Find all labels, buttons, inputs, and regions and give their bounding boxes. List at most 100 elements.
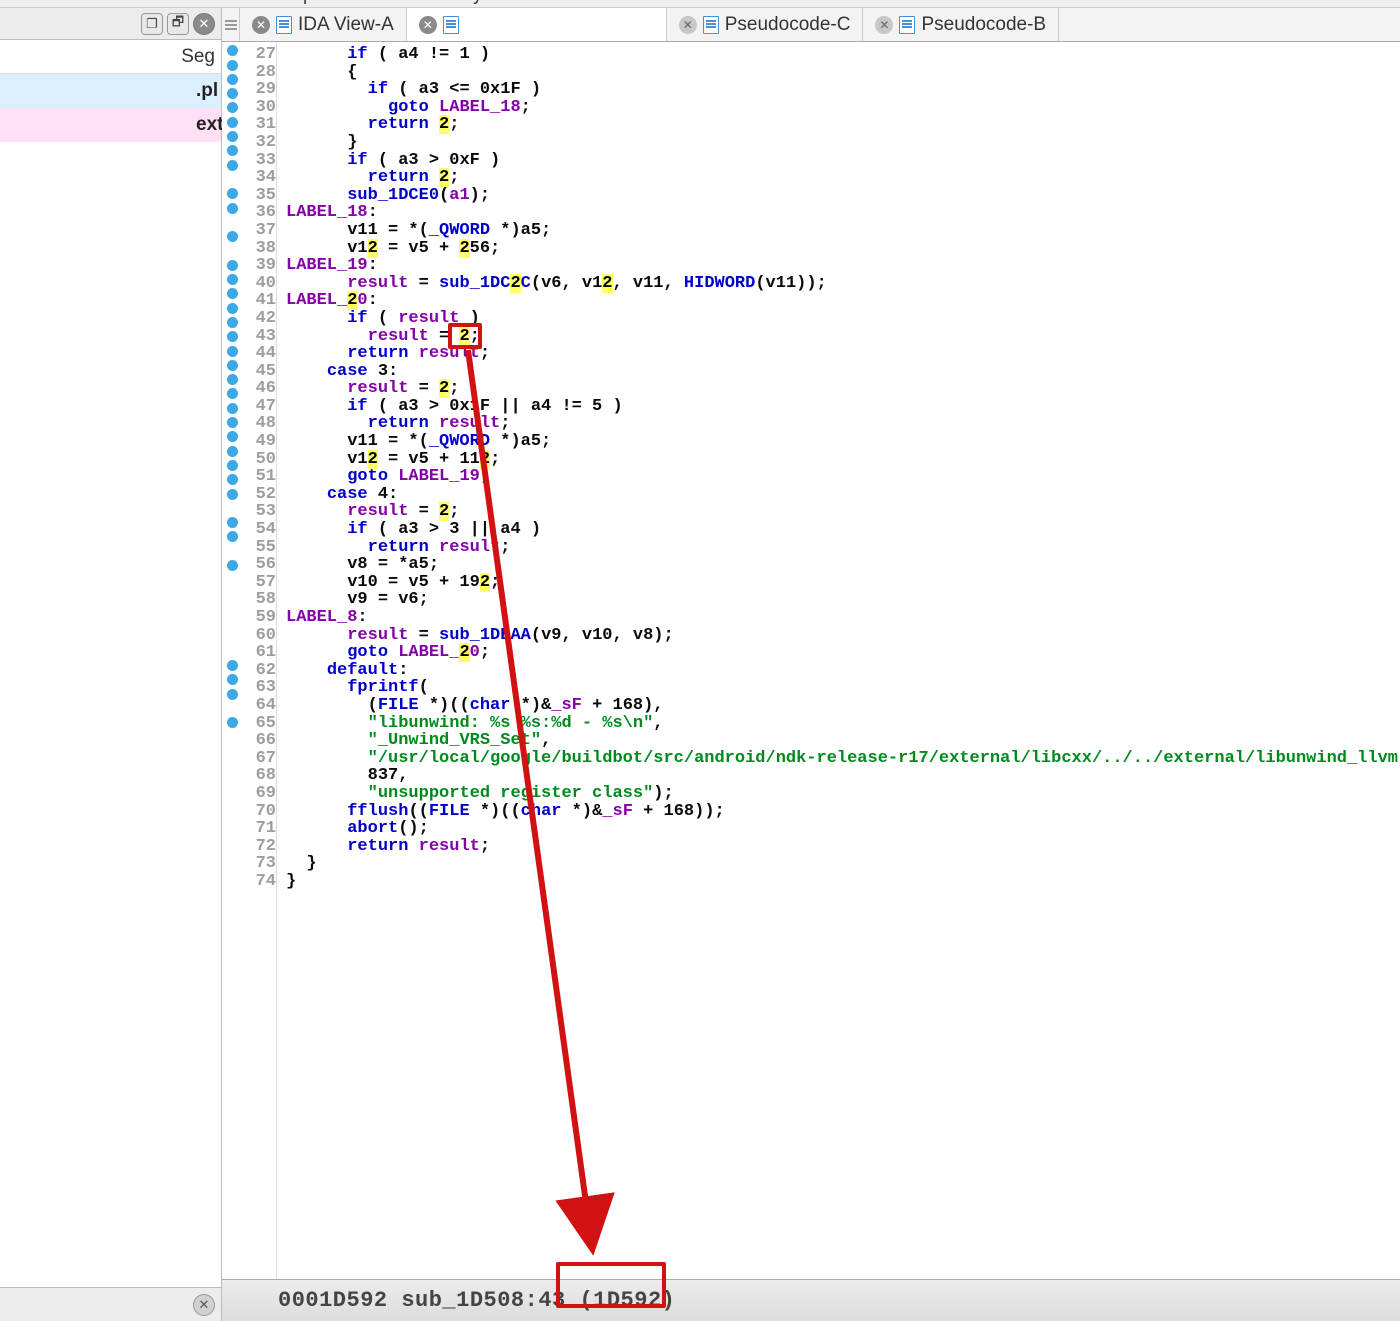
breakpoint-dot-icon[interactable] bbox=[227, 360, 238, 371]
breakpoint-dot-icon[interactable] bbox=[227, 674, 238, 685]
breakpoint-gutter[interactable] bbox=[222, 42, 242, 1279]
breakpoint-dot-icon[interactable] bbox=[227, 274, 238, 285]
close-icon[interactable]: ✕ bbox=[193, 13, 215, 35]
breakpoint-dot-icon[interactable] bbox=[227, 531, 238, 542]
breakpoint-dot-icon[interactable] bbox=[227, 446, 238, 457]
code-line[interactable]: if ( a3 > 3 || a4 ) bbox=[286, 521, 1400, 539]
breakpoint-dot-icon[interactable] bbox=[227, 431, 238, 442]
code-line[interactable]: case 4: bbox=[286, 486, 1400, 504]
breakpoint-dot-icon[interactable] bbox=[227, 145, 238, 156]
code-line[interactable]: abort(); bbox=[286, 820, 1400, 838]
code-line[interactable]: if ( a3 > 0xF ) bbox=[286, 152, 1400, 170]
code-line[interactable]: LABEL_19: bbox=[286, 257, 1400, 275]
code-line[interactable]: LABEL_20: bbox=[286, 292, 1400, 310]
close-icon[interactable]: ✕ bbox=[252, 16, 270, 34]
breakpoint-dot-icon[interactable] bbox=[227, 460, 238, 471]
code-line[interactable]: "/usr/local/google/buildbot/src/android/… bbox=[286, 750, 1400, 768]
code-line[interactable]: LABEL_18: bbox=[286, 204, 1400, 222]
code-line[interactable]: goto LABEL_20; bbox=[286, 644, 1400, 662]
breakpoint-dot-icon[interactable] bbox=[227, 417, 238, 428]
close-icon[interactable]: ✕ bbox=[875, 16, 893, 34]
code-line[interactable]: return result; bbox=[286, 539, 1400, 557]
breakpoint-dot-icon[interactable] bbox=[227, 474, 238, 485]
code-line[interactable]: } bbox=[286, 855, 1400, 873]
code-line[interactable]: 837, bbox=[286, 767, 1400, 785]
close-icon[interactable]: ✕ bbox=[193, 1294, 215, 1316]
tab-ida-view-a[interactable]: ✕ IDA View-A bbox=[240, 8, 407, 41]
breakpoint-dot-icon[interactable] bbox=[227, 117, 238, 128]
code-line[interactable]: if ( a3 <= 0x1F ) bbox=[286, 81, 1400, 99]
code-line[interactable]: if ( a3 > 0x1F || a4 != 5 ) bbox=[286, 398, 1400, 416]
code-line[interactable]: result = sub_1DBAA(v9, v10, v8); bbox=[286, 627, 1400, 645]
code-line[interactable]: LABEL_8: bbox=[286, 609, 1400, 627]
code-line[interactable]: goto LABEL_19; bbox=[286, 468, 1400, 486]
code-line[interactable]: case 3: bbox=[286, 363, 1400, 381]
close-icon[interactable]: ✕ bbox=[679, 16, 697, 34]
breakpoint-dot-icon[interactable] bbox=[227, 303, 238, 314]
breakpoint-dot-icon[interactable] bbox=[227, 45, 238, 56]
breakpoint-dot-icon[interactable] bbox=[227, 88, 238, 99]
tab-pseudocode-b[interactable]: ✕ Pseudocode-B bbox=[863, 8, 1059, 41]
tab-pseudocode-c[interactable]: ✕ Pseudocode-C bbox=[667, 8, 864, 41]
restore-icon[interactable]: ❐ bbox=[141, 13, 163, 35]
code-line[interactable]: "unsupported register class"); bbox=[286, 785, 1400, 803]
code-line[interactable]: "libunwind: %s %s:%d - %s\n", bbox=[286, 715, 1400, 733]
breakpoint-dot-icon[interactable] bbox=[227, 288, 238, 299]
code-line[interactable]: if ( result ) bbox=[286, 310, 1400, 328]
breakpoint-dot-icon[interactable] bbox=[227, 689, 238, 700]
code-line[interactable]: result = 2; bbox=[286, 380, 1400, 398]
code-line[interactable]: } bbox=[286, 134, 1400, 152]
code-line[interactable]: v8 = *a5; bbox=[286, 556, 1400, 574]
breakpoint-dot-icon[interactable] bbox=[227, 260, 238, 271]
breakpoint-dot-icon[interactable] bbox=[227, 317, 238, 328]
code-line[interactable]: result = 2; bbox=[286, 328, 1400, 346]
code-line[interactable]: if ( a4 != 1 ) bbox=[286, 46, 1400, 64]
code-line[interactable]: fprintf( bbox=[286, 679, 1400, 697]
close-icon[interactable]: ✕ bbox=[419, 16, 437, 34]
breakpoint-dot-icon[interactable] bbox=[227, 717, 238, 728]
code-line[interactable]: v10 = v5 + 192; bbox=[286, 574, 1400, 592]
code-line[interactable]: goto LABEL_18; bbox=[286, 99, 1400, 117]
code-line[interactable]: v11 = *(_QWORD *)a5; bbox=[286, 433, 1400, 451]
minimize-icon[interactable]: 🗗 bbox=[167, 13, 189, 35]
code-body[interactable]: if ( a4 != 1 ) { if ( a3 <= 0x1F ) goto … bbox=[280, 42, 1400, 1279]
breakpoint-dot-icon[interactable] bbox=[227, 203, 238, 214]
breakpoint-dot-icon[interactable] bbox=[227, 489, 238, 500]
code-line[interactable]: default: bbox=[286, 662, 1400, 680]
breakpoint-dot-icon[interactable] bbox=[227, 160, 238, 171]
code-line[interactable]: v12 = v5 + 256; bbox=[286, 240, 1400, 258]
breakpoint-dot-icon[interactable] bbox=[227, 388, 238, 399]
code-line[interactable]: v9 = v6; bbox=[286, 591, 1400, 609]
breakpoint-dot-icon[interactable] bbox=[227, 102, 238, 113]
code-line[interactable]: (FILE *)((char *)&_sF + 168), bbox=[286, 697, 1400, 715]
breakpoint-dot-icon[interactable] bbox=[227, 331, 238, 342]
breakpoint-dot-icon[interactable] bbox=[227, 403, 238, 414]
code-line[interactable]: return 2; bbox=[286, 116, 1400, 134]
code-line[interactable]: return result; bbox=[286, 415, 1400, 433]
breakpoint-dot-icon[interactable] bbox=[227, 346, 238, 357]
code-line[interactable]: return result; bbox=[286, 838, 1400, 856]
segment-row-pl[interactable]: .pl bbox=[0, 74, 221, 108]
code-line[interactable]: v12 = v5 + 112; bbox=[286, 451, 1400, 469]
code-line[interactable]: return result; bbox=[286, 345, 1400, 363]
code-line[interactable]: sub_1DCE0(a1); bbox=[286, 187, 1400, 205]
breakpoint-dot-icon[interactable] bbox=[227, 374, 238, 385]
code-line[interactable]: { bbox=[286, 64, 1400, 82]
breakpoint-dot-icon[interactable] bbox=[227, 131, 238, 142]
breakpoint-dot-icon[interactable] bbox=[227, 188, 238, 199]
breakpoint-dot-icon[interactable] bbox=[227, 660, 238, 671]
code-editor[interactable]: 2728293031323334353637383940414243444546… bbox=[222, 42, 1400, 1279]
code-line[interactable]: result = 2; bbox=[286, 503, 1400, 521]
code-line[interactable]: } bbox=[286, 873, 1400, 891]
breakpoint-dot-icon[interactable] bbox=[227, 517, 238, 528]
segment-row-ext[interactable]: ext bbox=[0, 108, 221, 142]
breakpoint-dot-icon[interactable] bbox=[227, 74, 238, 85]
breakpoint-dot-icon[interactable] bbox=[227, 231, 238, 242]
code-line[interactable]: v11 = *(_QWORD *)a5; bbox=[286, 222, 1400, 240]
tab-grip-icon[interactable] bbox=[222, 8, 240, 41]
code-line[interactable]: fflush((FILE *)((char *)&_sF + 168)); bbox=[286, 803, 1400, 821]
code-line[interactable]: result = sub_1DC2C(v6, v12, v11, HIDWORD… bbox=[286, 275, 1400, 293]
code-line[interactable]: return 2; bbox=[286, 169, 1400, 187]
breakpoint-dot-icon[interactable] bbox=[227, 560, 238, 571]
breakpoint-dot-icon[interactable] bbox=[227, 60, 238, 71]
